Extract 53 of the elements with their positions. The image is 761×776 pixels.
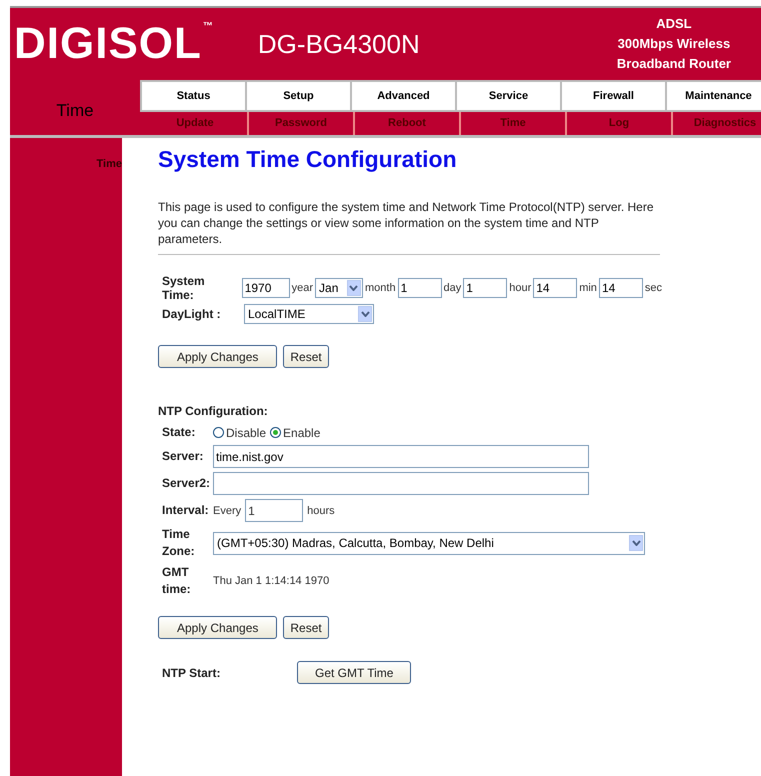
unit-label: hour: [509, 282, 532, 294]
field-label: Server2:: [162, 475, 212, 492]
radio-button[interactable]: [213, 427, 224, 438]
menu-tab[interactable]: Maintenance: [667, 82, 761, 110]
unit-label: sec: [644, 282, 662, 294]
radio-button[interactable]: [270, 427, 282, 438]
unit-label: month: [364, 282, 396, 294]
menu-tab[interactable]: Firewall: [562, 82, 667, 110]
menu-tab[interactable]: Advanced: [352, 82, 457, 110]
field-label: Time Zone:: [162, 526, 196, 560]
server2-field[interactable]: [213, 472, 589, 495]
radio-label: Disable: [226, 426, 266, 440]
product-line: 300Mbps Wireless: [616, 35, 731, 53]
page-title: System Time Configuration: [158, 146, 458, 173]
input-field[interactable]: 1970: [242, 278, 290, 298]
gmt-time-value: Thu Jan 1 1:14:14 1970: [213, 575, 330, 587]
unit-label: year: [292, 282, 314, 294]
reset-button[interactable]: Reset: [283, 345, 329, 368]
brand-logo: DIGISOL™: [14, 22, 214, 66]
get-gmt-time-button[interactable]: Get GMT Time: [297, 661, 412, 684]
apply-button[interactable]: Apply Changes: [158, 616, 278, 639]
timezone-select[interactable]: (GMT+05:30) Madras, Calcutta, Bombay, New Delhi: [213, 532, 645, 554]
menu-tab[interactable]: Status: [142, 82, 247, 110]
unit-label: Every: [213, 504, 242, 516]
daylight-select[interactable]: LocalTIME: [244, 304, 374, 324]
menu-tab[interactable]: Setup: [247, 82, 352, 110]
unit-label: min: [579, 282, 597, 294]
input-field[interactable]: 1: [398, 278, 442, 298]
field-label: System Time:: [162, 274, 206, 302]
interval-field[interactable]: 1: [245, 499, 304, 522]
section-heading: NTP Configuration:: [158, 404, 269, 418]
unit-label: day: [444, 282, 462, 294]
field-label: Server:: [162, 448, 204, 465]
input-field[interactable]: 14: [598, 278, 643, 298]
server-field[interactable]: time.nist.gov: [213, 445, 589, 468]
section-title: Time: [55, 100, 95, 122]
product-line: ADSL: [655, 15, 693, 33]
field-label: GMT time:: [162, 564, 192, 598]
input-field[interactable]: 1: [463, 278, 508, 298]
input-field[interactable]: 14: [533, 278, 578, 298]
product-line: Broadband Router: [616, 55, 731, 73]
radio-label: Enable: [283, 426, 320, 440]
unit-label: hours: [307, 504, 335, 516]
field-label: State:: [162, 424, 196, 441]
field-label: Interval:: [162, 502, 210, 519]
menu-tab[interactable]: Service: [457, 82, 562, 110]
month-select[interactable]: Jan: [315, 278, 363, 298]
field-label: NTP Start:: [162, 666, 222, 680]
apply-button[interactable]: Apply Changes: [158, 345, 278, 368]
model-name: DG-BG4300N: [258, 28, 420, 60]
page-description: This page is used to configure the system time and Network Time Protocol(NTP) server. Here you can change the settings or view some information on the system time and NTP parameters.: [158, 199, 655, 247]
field-label: DayLight :: [162, 307, 222, 321]
reset-button[interactable]: Reset: [283, 616, 329, 639]
